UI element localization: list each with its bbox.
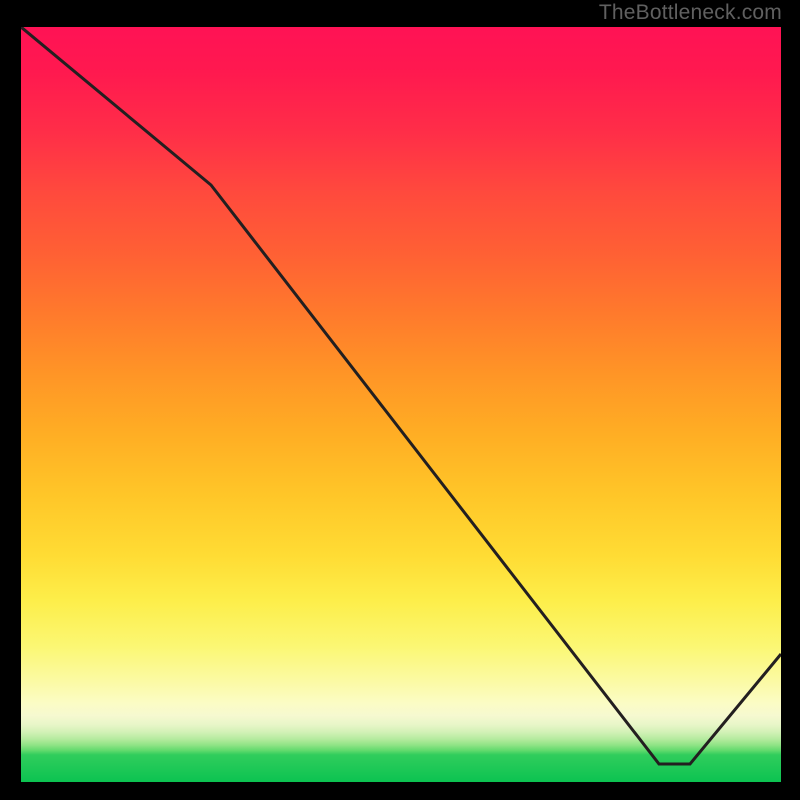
plot-area: [21, 27, 781, 782]
chart-frame: TheBottleneck.com: [0, 0, 800, 800]
watermark-text: TheBottleneck.com: [599, 1, 782, 25]
bottleneck-curve: [21, 27, 781, 782]
